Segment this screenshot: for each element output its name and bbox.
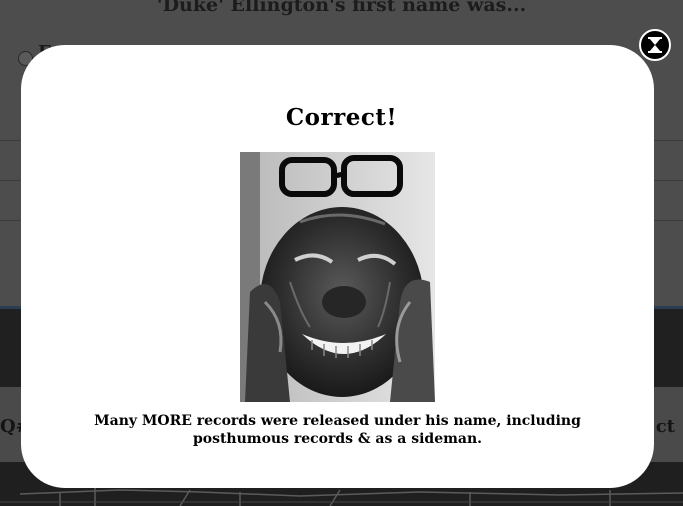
portrait-photo — [240, 152, 435, 402]
modal-title: Correct! — [285, 104, 398, 131]
correct-count-label: ct — [655, 416, 675, 437]
modal-caption: Many MORE records were released under hi… — [60, 412, 615, 448]
close-button[interactable] — [639, 29, 671, 61]
question-text: 'Duke' Ellington's first name was... — [156, 0, 527, 16]
quiz-screen: 'Duke' Ellington's first name was... E Q… — [0, 0, 683, 506]
caption-line: posthumous records & as a sideman. — [192, 431, 483, 447]
caption-line: Many MORE records were released under hi… — [94, 413, 581, 429]
portrait-image — [240, 152, 435, 402]
close-x-icon — [648, 37, 662, 53]
